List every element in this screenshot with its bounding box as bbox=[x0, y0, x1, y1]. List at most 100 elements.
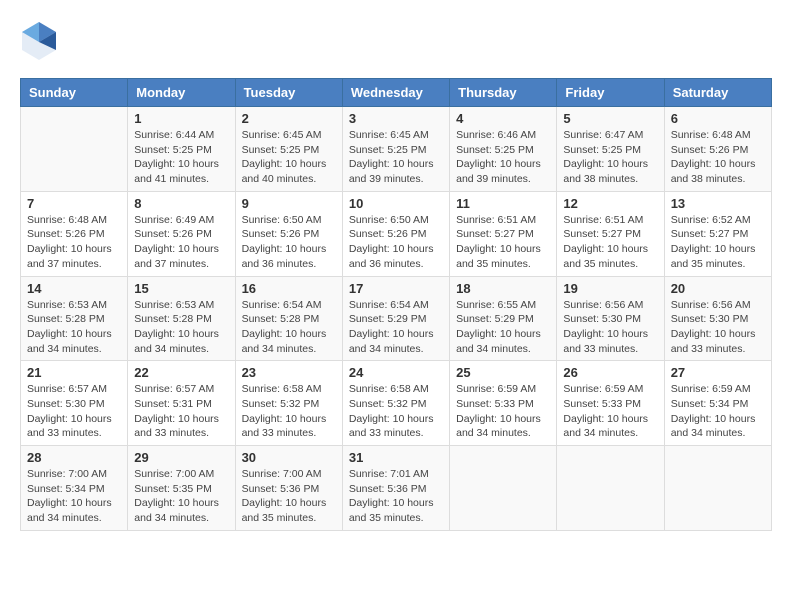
calendar-cell: 4 Sunrise: 6:46 AM Sunset: 5:25 PM Daylig… bbox=[450, 107, 557, 192]
day-info: Sunrise: 6:57 AM Sunset: 5:31 PM Dayligh… bbox=[134, 382, 228, 441]
day-number: 27 bbox=[671, 365, 765, 380]
day-info: Sunrise: 7:00 AM Sunset: 5:34 PM Dayligh… bbox=[27, 467, 121, 526]
day-info: Sunrise: 6:52 AM Sunset: 5:27 PM Dayligh… bbox=[671, 213, 765, 272]
day-number: 20 bbox=[671, 281, 765, 296]
calendar-cell bbox=[450, 446, 557, 531]
day-info: Sunrise: 7:01 AM Sunset: 5:36 PM Dayligh… bbox=[349, 467, 443, 526]
calendar-cell: 7 Sunrise: 6:48 AM Sunset: 5:26 PM Daylig… bbox=[21, 191, 128, 276]
day-number: 21 bbox=[27, 365, 121, 380]
day-header-monday: Monday bbox=[128, 79, 235, 107]
day-number: 22 bbox=[134, 365, 228, 380]
calendar-cell: 24Sunrise: 6:58 AM Sunset: 5:32 PM Dayli… bbox=[342, 361, 449, 446]
calendar-cell: 29 Sunrise: 7:00 AM Sunset: 5:35 PM Dayli… bbox=[128, 446, 235, 531]
day-info: Sunrise: 6:59 AM Sunset: 5:34 PM Dayligh… bbox=[671, 382, 765, 441]
day-number: 9 bbox=[242, 196, 336, 211]
calendar-cell: 21 Sunrise: 6:57 AM Sunset: 5:30 PM Dayli… bbox=[21, 361, 128, 446]
day-info: Sunrise: 6:56 AM Sunset: 5:30 PM Dayligh… bbox=[563, 298, 657, 357]
calendar-cell bbox=[557, 446, 664, 531]
day-header-saturday: Saturday bbox=[664, 79, 771, 107]
day-number: 6 bbox=[671, 111, 765, 126]
calendar-cell: 17 Sunrise: 6:54 AM Sunset: 5:29 PM Dayli… bbox=[342, 276, 449, 361]
calendar-cell: 18 Sunrise: 6:55 AM Sunset: 5:29 PM Dayli… bbox=[450, 276, 557, 361]
calendar-cell: 8Sunrise: 6:49 AM Sunset: 5:26 PM Daylig… bbox=[128, 191, 235, 276]
day-info: Sunrise: 6:45 AM Sunset: 5:25 PM Dayligh… bbox=[349, 128, 443, 187]
day-info: Sunrise: 6:53 AM Sunset: 5:28 PM Dayligh… bbox=[27, 298, 121, 357]
calendar-cell: 14 Sunrise: 6:53 AM Sunset: 5:28 PM Dayli… bbox=[21, 276, 128, 361]
week-row-3: 14 Sunrise: 6:53 AM Sunset: 5:28 PM Dayli… bbox=[21, 276, 772, 361]
calendar-cell: 12 Sunrise: 6:51 AM Sunset: 5:27 PM Dayli… bbox=[557, 191, 664, 276]
calendar-cell: 19 Sunrise: 6:56 AM Sunset: 5:30 PM Dayli… bbox=[557, 276, 664, 361]
day-info: Sunrise: 6:48 AM Sunset: 5:26 PM Dayligh… bbox=[27, 213, 121, 272]
day-info: Sunrise: 6:44 AM Sunset: 5:25 PM Dayligh… bbox=[134, 128, 228, 187]
calendar-cell: 5 Sunrise: 6:47 AM Sunset: 5:25 PM Daylig… bbox=[557, 107, 664, 192]
day-number: 10 bbox=[349, 196, 443, 211]
day-number: 12 bbox=[563, 196, 657, 211]
day-number: 19 bbox=[563, 281, 657, 296]
day-info: Sunrise: 6:50 AM Sunset: 5:26 PM Dayligh… bbox=[349, 213, 443, 272]
calendar-cell: 15 Sunrise: 6:53 AM Sunset: 5:28 PM Dayli… bbox=[128, 276, 235, 361]
logo bbox=[20, 20, 62, 62]
day-number: 11 bbox=[456, 196, 550, 211]
day-number: 7 bbox=[27, 196, 121, 211]
day-info: Sunrise: 6:51 AM Sunset: 5:27 PM Dayligh… bbox=[563, 213, 657, 272]
day-info: Sunrise: 6:48 AM Sunset: 5:26 PM Dayligh… bbox=[671, 128, 765, 187]
calendar-cell: 9 Sunrise: 6:50 AM Sunset: 5:26 PM Daylig… bbox=[235, 191, 342, 276]
calendar-cell: 3 Sunrise: 6:45 AM Sunset: 5:25 PM Daylig… bbox=[342, 107, 449, 192]
day-number: 4 bbox=[456, 111, 550, 126]
day-number: 17 bbox=[349, 281, 443, 296]
day-number: 29 bbox=[134, 450, 228, 465]
day-info: Sunrise: 6:57 AM Sunset: 5:30 PM Dayligh… bbox=[27, 382, 121, 441]
calendar-cell: 6 Sunrise: 6:48 AM Sunset: 5:26 PM Daylig… bbox=[664, 107, 771, 192]
day-number: 26 bbox=[563, 365, 657, 380]
day-info: Sunrise: 6:54 AM Sunset: 5:29 PM Dayligh… bbox=[349, 298, 443, 357]
day-info: Sunrise: 6:58 AM Sunset: 5:32 PM Dayligh… bbox=[242, 382, 336, 441]
day-header-sunday: Sunday bbox=[21, 79, 128, 107]
day-info: Sunrise: 6:58 AM Sunset: 5:32 PM Dayligh… bbox=[349, 382, 443, 441]
week-row-5: 28 Sunrise: 7:00 AM Sunset: 5:34 PM Dayli… bbox=[21, 446, 772, 531]
day-info: Sunrise: 6:49 AM Sunset: 5:26 PM Dayligh… bbox=[134, 213, 228, 272]
day-number: 14 bbox=[27, 281, 121, 296]
day-info: Sunrise: 6:47 AM Sunset: 5:25 PM Dayligh… bbox=[563, 128, 657, 187]
day-number: 23 bbox=[242, 365, 336, 380]
calendar-cell: 11 Sunrise: 6:51 AM Sunset: 5:27 PM Dayli… bbox=[450, 191, 557, 276]
day-number: 16 bbox=[242, 281, 336, 296]
day-number: 5 bbox=[563, 111, 657, 126]
day-info: Sunrise: 6:46 AM Sunset: 5:25 PM Dayligh… bbox=[456, 128, 550, 187]
day-header-friday: Friday bbox=[557, 79, 664, 107]
day-number: 28 bbox=[27, 450, 121, 465]
day-number: 1 bbox=[134, 111, 228, 126]
page-header bbox=[20, 20, 772, 62]
calendar-cell: 31 Sunrise: 7:01 AM Sunset: 5:36 PM Dayli… bbox=[342, 446, 449, 531]
calendar-cell bbox=[21, 107, 128, 192]
week-row-2: 7 Sunrise: 6:48 AM Sunset: 5:26 PM Daylig… bbox=[21, 191, 772, 276]
day-info: Sunrise: 6:54 AM Sunset: 5:28 PM Dayligh… bbox=[242, 298, 336, 357]
calendar-cell bbox=[664, 446, 771, 531]
day-number: 3 bbox=[349, 111, 443, 126]
day-number: 18 bbox=[456, 281, 550, 296]
week-row-4: 21 Sunrise: 6:57 AM Sunset: 5:30 PM Dayli… bbox=[21, 361, 772, 446]
calendar-cell: 27 Sunrise: 6:59 AM Sunset: 5:34 PM Dayli… bbox=[664, 361, 771, 446]
day-number: 2 bbox=[242, 111, 336, 126]
logo-icon bbox=[20, 20, 58, 62]
day-number: 30 bbox=[242, 450, 336, 465]
day-info: Sunrise: 6:59 AM Sunset: 5:33 PM Dayligh… bbox=[563, 382, 657, 441]
day-info: Sunrise: 7:00 AM Sunset: 5:35 PM Dayligh… bbox=[134, 467, 228, 526]
day-number: 13 bbox=[671, 196, 765, 211]
day-info: Sunrise: 6:55 AM Sunset: 5:29 PM Dayligh… bbox=[456, 298, 550, 357]
calendar-cell: 2 Sunrise: 6:45 AM Sunset: 5:25 PM Daylig… bbox=[235, 107, 342, 192]
calendar-cell: 13 Sunrise: 6:52 AM Sunset: 5:27 PM Dayli… bbox=[664, 191, 771, 276]
day-info: Sunrise: 6:50 AM Sunset: 5:26 PM Dayligh… bbox=[242, 213, 336, 272]
day-info: Sunrise: 6:53 AM Sunset: 5:28 PM Dayligh… bbox=[134, 298, 228, 357]
day-header-thursday: Thursday bbox=[450, 79, 557, 107]
calendar-header-row: SundayMondayTuesdayWednesdayThursdayFrid… bbox=[21, 79, 772, 107]
day-number: 15 bbox=[134, 281, 228, 296]
day-info: Sunrise: 6:51 AM Sunset: 5:27 PM Dayligh… bbox=[456, 213, 550, 272]
calendar-cell: 28 Sunrise: 7:00 AM Sunset: 5:34 PM Dayli… bbox=[21, 446, 128, 531]
day-number: 31 bbox=[349, 450, 443, 465]
day-header-tuesday: Tuesday bbox=[235, 79, 342, 107]
calendar-cell: 20Sunrise: 6:56 AM Sunset: 5:30 PM Dayli… bbox=[664, 276, 771, 361]
day-info: Sunrise: 6:45 AM Sunset: 5:25 PM Dayligh… bbox=[242, 128, 336, 187]
calendar-table: SundayMondayTuesdayWednesdayThursdayFrid… bbox=[20, 78, 772, 531]
calendar-cell: 22 Sunrise: 6:57 AM Sunset: 5:31 PM Dayli… bbox=[128, 361, 235, 446]
calendar-cell: 1 Sunrise: 6:44 AM Sunset: 5:25 PM Daylig… bbox=[128, 107, 235, 192]
